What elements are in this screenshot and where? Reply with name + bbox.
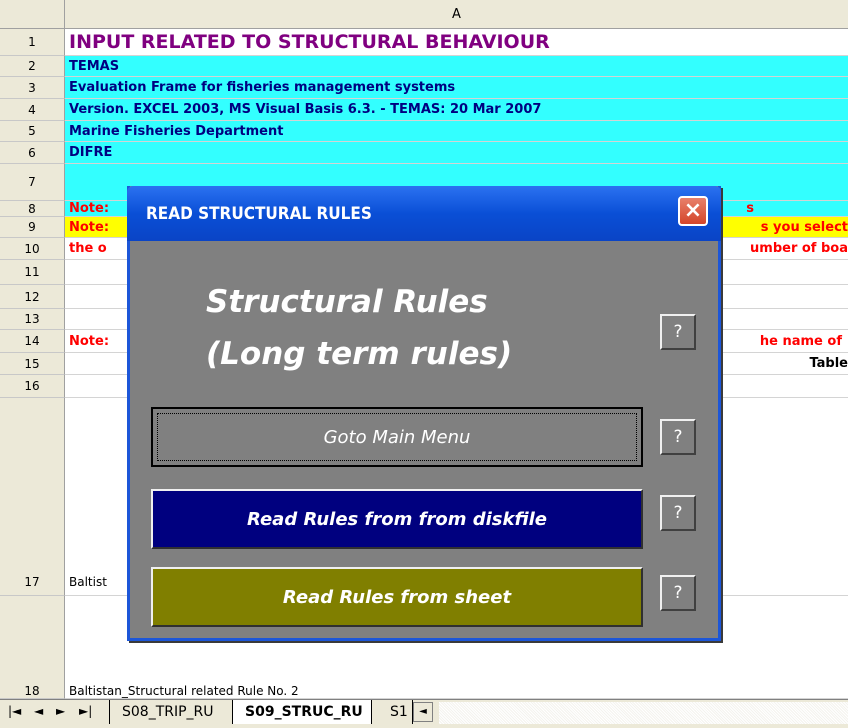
dialog-heading-line2: (Long term rules): [206, 336, 513, 372]
next-sheet-icon[interactable]: ►: [56, 704, 65, 718]
row-header[interactable]: 17: [0, 398, 65, 596]
sheet-row: 2 TEMAS: [0, 56, 848, 77]
read-rules-sheet-label: Read Rules from sheet: [282, 586, 512, 608]
read-rules-from-diskfile-button[interactable]: Read Rules from from diskfile: [151, 489, 643, 549]
cell-title[interactable]: INPUT RELATED TO STRUCTURAL BEHAVIOUR: [65, 29, 848, 56]
row-header[interactable]: 15: [0, 353, 65, 375]
tab-s08-trip-ru[interactable]: S08_TRIP_RU: [109, 700, 220, 724]
row-header[interactable]: 1: [0, 29, 65, 56]
last-sheet-icon[interactable]: ►|: [79, 704, 92, 718]
cell[interactable]: Version. EXCEL 2003, MS Visual Basis 6.3…: [65, 99, 848, 121]
cell-text: the o: [69, 241, 107, 256]
focus-rectangle: [157, 413, 637, 461]
sheet-row: 4 Version. EXCEL 2003, MS Visual Basis 6…: [0, 99, 848, 121]
row-header[interactable]: 5: [0, 121, 65, 142]
sheet-row: 6 DIFRE: [0, 142, 848, 164]
row-header[interactable]: 14: [0, 330, 65, 353]
cell-text-overflow: he name of: [759, 333, 842, 349]
cell-text-overflow: s: [746, 201, 754, 216]
row-header[interactable]: 10: [0, 238, 65, 260]
row-header[interactable]: 11: [0, 260, 65, 285]
tab-s1[interactable]: S1: [380, 700, 413, 724]
row-header[interactable]: 7: [0, 164, 65, 201]
dialog-title: READ STRUCTURAL RULES: [146, 204, 372, 224]
cell-text-overflow: Table: [809, 356, 848, 371]
sheet-row: 3 Evaluation Frame for fisheries managem…: [0, 77, 848, 99]
row-header[interactable]: 2: [0, 56, 65, 77]
question-icon: ?: [673, 427, 683, 447]
first-sheet-icon[interactable]: |◄: [8, 704, 21, 718]
sheet-row: 5 Marine Fisheries Department: [0, 121, 848, 142]
row-header[interactable]: 12: [0, 285, 65, 309]
question-icon: ?: [673, 583, 683, 603]
cell-text: Note:: [69, 333, 110, 349]
row-header[interactable]: 13: [0, 309, 65, 330]
row-header[interactable]: 9: [0, 217, 65, 238]
row-header[interactable]: 3: [0, 77, 65, 99]
close-icon: ×: [683, 198, 703, 223]
read-rules-from-sheet-button[interactable]: Read Rules from sheet: [151, 567, 643, 627]
dialog-heading-line1: Structural Rules: [206, 284, 488, 320]
prev-sheet-icon[interactable]: ◄: [34, 704, 43, 718]
sheet-tab-bar: |◄ ◄ ► ►| S08_TRIP_RU S09_STRUC_RU S1 ◄: [0, 699, 848, 728]
question-icon: ?: [673, 503, 683, 523]
help-button-diskfile[interactable]: ?: [660, 495, 696, 531]
cell[interactable]: DIFRE: [65, 142, 848, 164]
select-all-corner[interactable]: [0, 0, 65, 29]
horizontal-scrollbar[interactable]: [439, 702, 848, 724]
row-header[interactable]: 16: [0, 375, 65, 398]
tab-scroll-left-icon[interactable]: ◄: [413, 702, 433, 722]
row-header[interactable]: 4: [0, 99, 65, 121]
help-button-sheet[interactable]: ?: [660, 575, 696, 611]
sheet-row: 1 INPUT RELATED TO STRUCTURAL BEHAVIOUR: [0, 29, 848, 56]
cell[interactable]: Evaluation Frame for fisheries managemen…: [65, 77, 848, 99]
help-button-heading[interactable]: ?: [660, 314, 696, 350]
cell-text-overflow: s you select: [760, 219, 848, 235]
row-header[interactable]: 8: [0, 201, 65, 217]
read-structural-rules-dialog: READ STRUCTURAL RULES × Structural Rules…: [127, 186, 721, 641]
cell[interactable]: Marine Fisheries Department: [65, 121, 848, 142]
tab-s09-struc-ru[interactable]: S09_STRUC_RU: [232, 700, 372, 724]
read-rules-diskfile-label: Read Rules from from diskfile: [247, 508, 547, 530]
question-icon: ?: [673, 322, 683, 342]
dialog-titlebar[interactable]: READ STRUCTURAL RULES ×: [127, 186, 721, 241]
row-header[interactable]: 18: [0, 596, 65, 699]
excel-window: A 1 INPUT RELATED TO STRUCTURAL BEHAVIOU…: [0, 0, 848, 728]
cell-text: Note:: [69, 201, 110, 216]
goto-main-menu-button[interactable]: Goto Main Menu: [151, 407, 643, 467]
row-header[interactable]: 6: [0, 142, 65, 164]
cell[interactable]: TEMAS: [65, 56, 848, 77]
close-button[interactable]: ×: [678, 196, 708, 226]
help-button-goto[interactable]: ?: [660, 419, 696, 455]
cell-text-overflow: umber of boa: [750, 241, 848, 256]
column-header-a[interactable]: A: [65, 0, 848, 29]
cell-text: Note:: [69, 219, 110, 235]
